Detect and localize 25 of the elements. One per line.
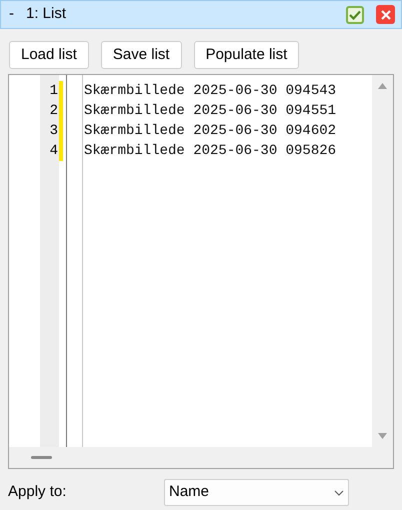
line-number: 4	[48, 142, 59, 161]
list-line: Skærmbillede 2025-06-30 094602	[84, 122, 336, 141]
check-icon	[349, 10, 361, 20]
line-number: 2	[48, 102, 59, 121]
confirm-button[interactable]	[346, 6, 364, 24]
menu-glyph[interactable]: -	[9, 3, 14, 26]
apply-to-dropdown[interactable]: Name	[164, 479, 349, 506]
toolbar-button[interactable]: Populate list	[194, 41, 300, 69]
scroll-down-icon[interactable]	[378, 433, 387, 439]
scroll-thumb[interactable]	[31, 456, 52, 459]
vertical-scrollbar[interactable]	[372, 75, 393, 447]
line-number: 1	[48, 82, 59, 101]
close-icon	[380, 10, 390, 20]
horizontal-scrollbar[interactable]	[9, 447, 393, 468]
chevron-down-icon	[334, 490, 344, 496]
scroll-up-icon[interactable]	[378, 83, 387, 89]
apply-to-label: Apply to:	[8, 482, 68, 502]
close-button[interactable]	[376, 5, 395, 24]
line-number: 3	[48, 122, 59, 141]
list-line: Skærmbillede 2025-06-30 095826	[84, 142, 336, 161]
list-line: Skærmbillede 2025-06-30 094551	[84, 102, 336, 121]
toolbar-button[interactable]: Load list	[9, 41, 89, 69]
window-title: 1: List	[26, 4, 68, 24]
list-line: Skærmbillede 2025-06-30 094543	[84, 82, 336, 101]
toolbar-button[interactable]: Save list	[100, 41, 182, 69]
